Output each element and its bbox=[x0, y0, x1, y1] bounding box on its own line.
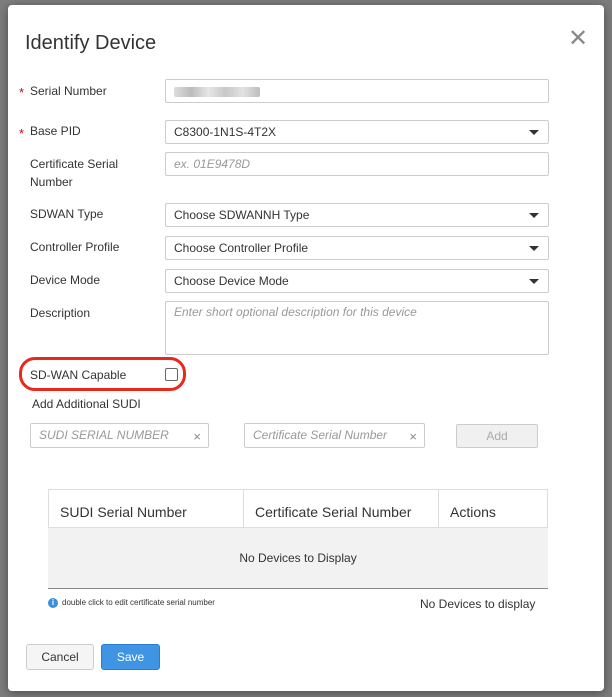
cancel-button[interactable]: Cancel bbox=[26, 644, 94, 670]
sdwan-type-select[interactable]: Choose SDWANNH Type bbox=[165, 203, 549, 227]
sdwan-capable-label: SD-WAN Capable bbox=[30, 368, 127, 382]
edit-hint: i double click to edit certificate serial… bbox=[48, 598, 215, 608]
redacted-serial-value bbox=[174, 86, 260, 97]
column-header-sudi-serial[interactable]: SUDI Serial Number bbox=[49, 490, 243, 529]
column-header-cert-serial[interactable]: Certificate Serial Number bbox=[244, 490, 438, 529]
required-marker: * bbox=[19, 85, 25, 100]
cert-serial-label: Certificate Serial Number bbox=[30, 155, 118, 191]
base-pid-select[interactable]: C8300-1N1S-4T2X bbox=[165, 120, 549, 144]
edit-hint-text: double click to edit certificate serial … bbox=[62, 598, 215, 608]
description-label: Description bbox=[30, 306, 91, 320]
dialog-title: Identify Device bbox=[25, 32, 157, 54]
add-sudi-button[interactable]: Add bbox=[456, 424, 538, 448]
sdwan-type-value: Choose SDWANNH Type bbox=[174, 208, 310, 222]
cert-serial-input[interactable]: ex. 01E9478D bbox=[165, 152, 549, 176]
add-sudi-heading: Add Additional SUDI bbox=[32, 397, 141, 411]
sudi-serial-placeholder: SUDI SERIAL NUMBER bbox=[39, 428, 169, 442]
table-header: SUDI Serial Number Certificate Serial Nu… bbox=[48, 489, 548, 529]
chevron-down-icon bbox=[529, 213, 539, 218]
sudi-serial-input[interactable]: SUDI SERIAL NUMBER × bbox=[30, 423, 209, 448]
table-empty-message: No Devices to Display bbox=[239, 551, 357, 565]
cert-serial-label-line1: Certificate Serial bbox=[30, 157, 119, 171]
description-textarea[interactable]: Enter short optional description for thi… bbox=[165, 301, 549, 355]
sudi-table: SUDI Serial Number Certificate Serial Nu… bbox=[48, 489, 548, 589]
column-header-actions: Actions bbox=[450, 504, 496, 520]
controller-profile-select[interactable]: Choose Controller Profile bbox=[165, 236, 549, 260]
required-marker: * bbox=[19, 126, 25, 141]
chevron-down-icon bbox=[529, 246, 539, 251]
controller-profile-label: Controller Profile bbox=[30, 240, 120, 254]
device-mode-label: Device Mode bbox=[30, 273, 101, 287]
controller-profile-value: Choose Controller Profile bbox=[174, 241, 309, 255]
base-pid-value: C8300-1N1S-4T2X bbox=[174, 125, 277, 139]
device-mode-select[interactable]: Choose Device Mode bbox=[165, 269, 549, 293]
chevron-down-icon bbox=[529, 279, 539, 284]
sudi-cert-input[interactable]: Certificate Serial Number × bbox=[244, 423, 425, 448]
serial-number-input[interactable] bbox=[165, 79, 549, 103]
sudi-cert-placeholder: Certificate Serial Number bbox=[253, 428, 388, 442]
clear-icon[interactable]: × bbox=[193, 425, 201, 448]
info-icon: i bbox=[48, 598, 58, 608]
device-mode-value: Choose Device Mode bbox=[174, 274, 289, 288]
cert-serial-placeholder: ex. 01E9478D bbox=[174, 157, 251, 171]
clear-icon[interactable]: × bbox=[409, 425, 417, 448]
base-pid-label: Base PID bbox=[30, 124, 81, 138]
device-count-text: No Devices to display bbox=[420, 597, 536, 611]
cert-serial-label-line2: Number bbox=[30, 175, 73, 189]
chevron-down-icon bbox=[529, 130, 539, 135]
identify-device-dialog: Identify Device ✕ * Serial Number * Base… bbox=[8, 5, 604, 691]
description-placeholder: Enter short optional description for thi… bbox=[174, 305, 417, 319]
save-button[interactable]: Save bbox=[101, 644, 160, 670]
close-icon[interactable]: ✕ bbox=[568, 27, 588, 51]
table-body: No Devices to Display bbox=[48, 528, 548, 589]
sdwan-capable-checkbox[interactable] bbox=[165, 368, 178, 381]
sdwan-type-label: SDWAN Type bbox=[30, 207, 104, 221]
serial-number-label: Serial Number bbox=[30, 84, 107, 98]
